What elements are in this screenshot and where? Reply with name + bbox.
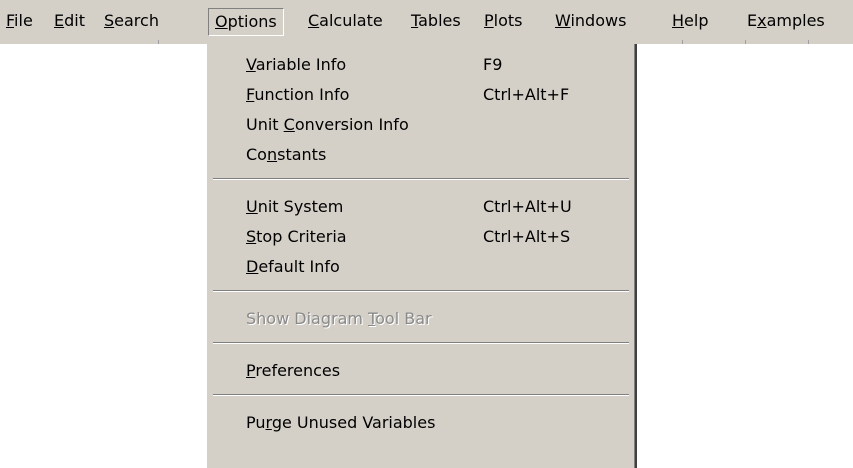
- menu-item-label: Stop Criteria: [246, 227, 347, 246]
- menu-file[interactable]: File: [0, 8, 39, 36]
- menu-item-label: Constants: [246, 145, 327, 164]
- menubar-divider: [808, 40, 809, 44]
- menu-item-show-diagram-tool-bar[interactable]: Show Diagram Tool Bar: [207, 304, 635, 334]
- menu-item-function-info[interactable]: Function Info Ctrl+Alt+F: [207, 80, 635, 110]
- menu-item-label: Function Info: [246, 85, 350, 104]
- menu-item-label: Purge Unused Variables: [246, 413, 436, 432]
- menu-edit[interactable]: Edit: [48, 8, 91, 36]
- menu-item-unit-conversion-info[interactable]: Unit Conversion Info: [207, 110, 635, 140]
- menu-search[interactable]: Search: [98, 8, 165, 36]
- menu-calculate-label: Calculate: [308, 11, 383, 30]
- menu-separator: [213, 394, 629, 396]
- menu-calculate[interactable]: Calculate: [302, 8, 389, 36]
- menu-item-constants[interactable]: Constants: [207, 140, 635, 170]
- menu-bar: File Edit Search Options Calculate Table…: [0, 0, 853, 44]
- menubar-divider: [682, 40, 683, 44]
- shortcut-label: Ctrl+Alt+S: [483, 227, 571, 246]
- menu-file-label: File: [6, 11, 33, 30]
- menu-item-default-info[interactable]: Default Info: [207, 252, 635, 282]
- menu-options-label: Options: [215, 12, 277, 31]
- shortcut-label: Ctrl+Alt+F: [483, 85, 570, 104]
- menu-search-label: Search: [104, 11, 159, 30]
- options-dropdown-menu: Variable Info F9 Function Info Ctrl+Alt+…: [206, 44, 637, 468]
- menu-item-label: Unit System: [246, 197, 344, 216]
- menu-item-label: Variable Info: [246, 55, 347, 74]
- menu-windows-label: Windows: [555, 11, 627, 30]
- menu-separator: [213, 290, 629, 292]
- menu-item-label: Show Diagram Tool Bar: [246, 309, 432, 328]
- shortcut-label: F9: [483, 55, 503, 74]
- menu-edit-label: Edit: [54, 11, 85, 30]
- shortcut-label: Ctrl+Alt+U: [483, 197, 572, 216]
- menu-plots-label: Plots: [484, 11, 523, 30]
- menu-item-label: Default Info: [246, 257, 340, 276]
- menu-item-unit-system[interactable]: Unit System Ctrl+Alt+U: [207, 192, 635, 222]
- menu-item-preferences[interactable]: Preferences: [207, 356, 635, 386]
- menu-examples[interactable]: Examples: [741, 8, 831, 36]
- menu-options[interactable]: Options: [208, 8, 284, 36]
- menu-item-variable-info[interactable]: Variable Info F9: [207, 50, 635, 80]
- menu-examples-label: Examples: [747, 11, 825, 30]
- menu-item-purge-unused-variables[interactable]: Purge Unused Variables: [207, 408, 635, 438]
- menu-item-stop-criteria[interactable]: Stop Criteria Ctrl+Alt+S: [207, 222, 635, 252]
- menu-windows[interactable]: Windows: [549, 8, 632, 36]
- menu-plots[interactable]: Plots: [478, 8, 529, 36]
- menu-help[interactable]: Help: [666, 8, 714, 36]
- menu-tables[interactable]: Tables: [405, 8, 467, 36]
- menu-tables-label: Tables: [411, 11, 461, 30]
- menu-separator: [213, 342, 629, 344]
- menubar-divider: [745, 40, 746, 44]
- menu-item-label: Unit Conversion Info: [246, 115, 409, 134]
- menu-help-label: Help: [672, 11, 709, 30]
- menubar-divider: [158, 40, 159, 44]
- menu-separator: [213, 178, 629, 180]
- menu-item-label: Preferences: [246, 361, 341, 380]
